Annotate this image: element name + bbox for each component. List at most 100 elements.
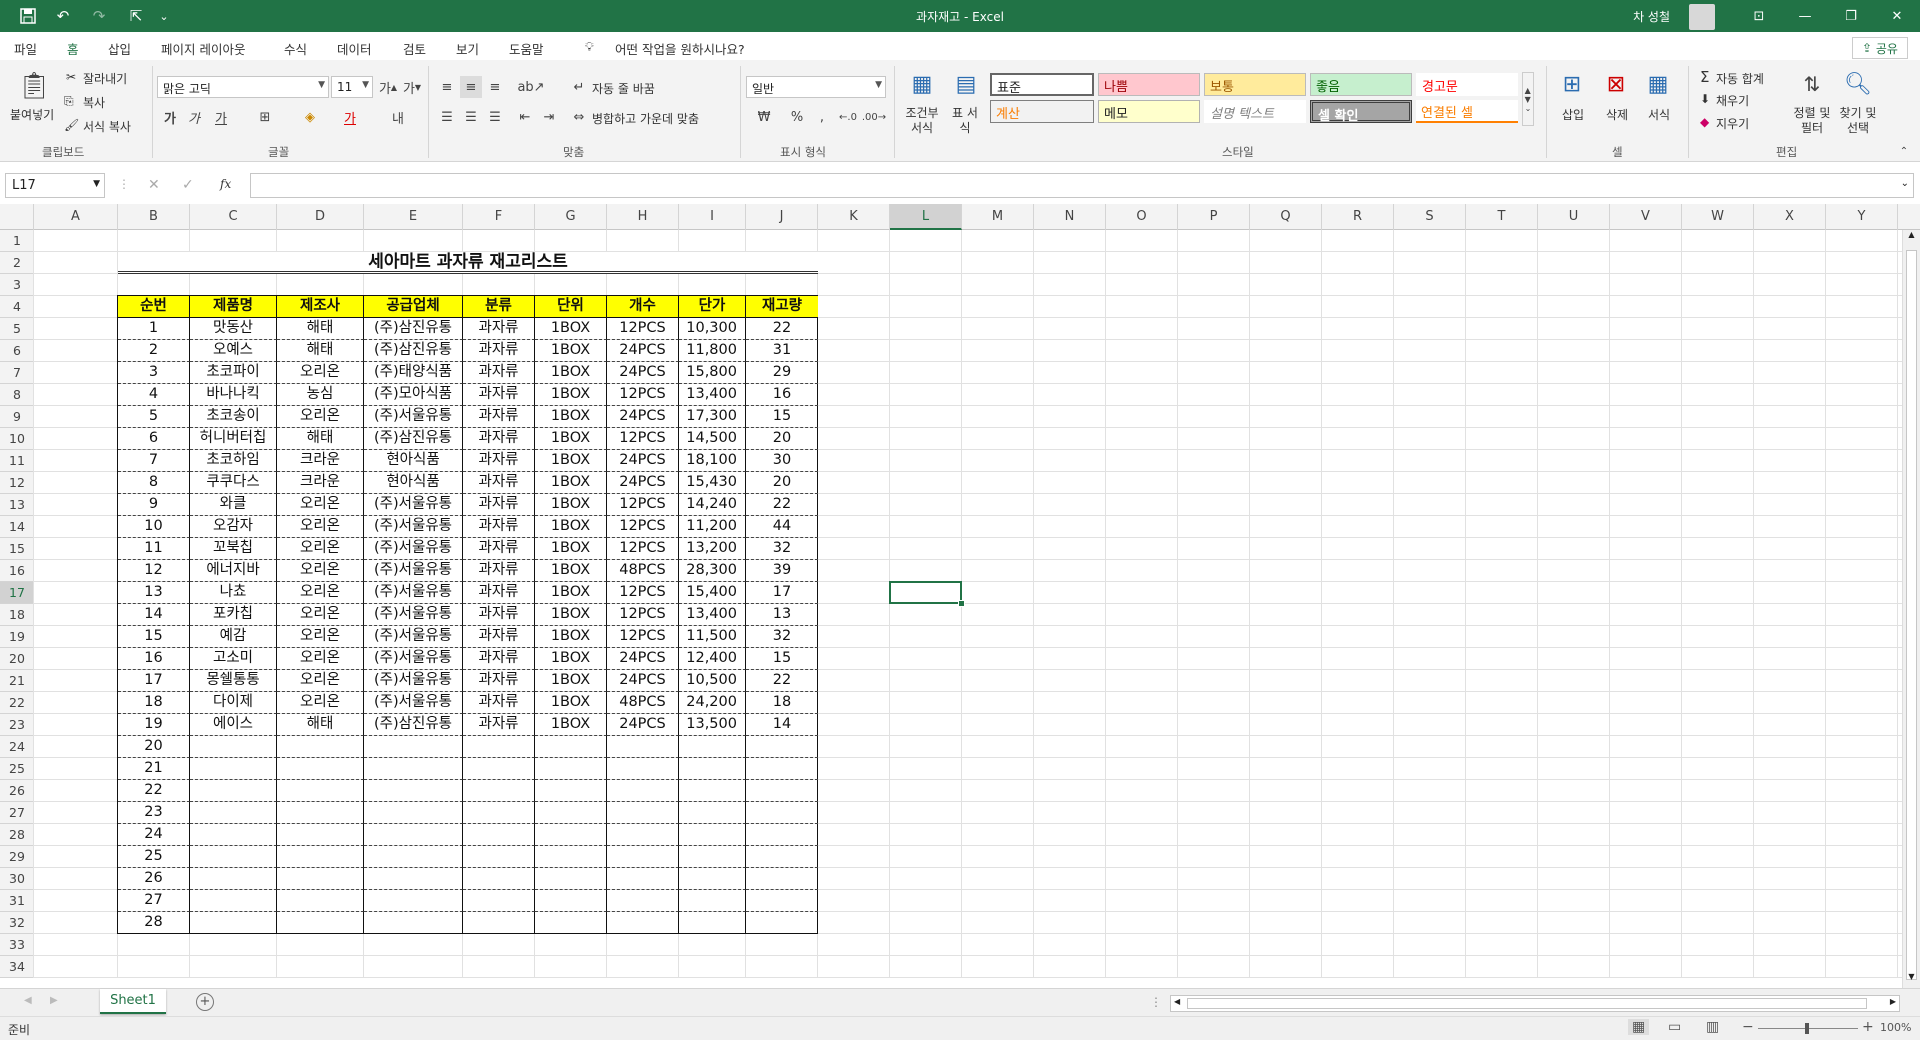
user-name[interactable]: 차 성철 [1633,8,1670,25]
table-cell[interactable]: 1BOX [535,406,607,428]
column-header[interactable]: X [1754,204,1826,230]
style-bad[interactable]: 나쁨 [1098,73,1200,96]
fill-color-icon[interactable]: ◈ [296,106,324,128]
table-cell[interactable]: 과자류 [463,604,535,626]
table-cell[interactable]: 1BOX [535,340,607,362]
row-number-cell[interactable]: 15 [118,626,190,648]
scroll-up-icon[interactable]: ▲ [1903,230,1920,246]
table-cell[interactable]: 13,200 [679,538,746,560]
align-top-icon[interactable]: ≡ [436,76,458,98]
table-cell[interactable]: 1BOX [535,714,607,736]
table-cell[interactable] [535,758,607,780]
row-number-cell[interactable]: 23 [118,802,190,824]
table-header-cell[interactable]: 공급업체 [364,296,463,318]
row-header[interactable]: 19 [0,626,34,648]
format-as-table-button[interactable]: 표 서식 [950,106,980,136]
row-header[interactable]: 6 [0,340,34,362]
tab-review[interactable]: 검토 [403,39,426,58]
scroll-thumb[interactable] [1187,998,1867,1009]
table-cell[interactable]: 24PCS [607,362,679,384]
table-cell[interactable] [190,868,277,890]
row-number-cell[interactable]: 6 [118,428,190,450]
table-cell[interactable]: 13 [746,604,818,626]
phonetic-icon[interactable]: 내 [384,106,412,128]
table-cell[interactable]: 초코파이 [190,362,277,384]
format-as-table-icon[interactable]: ▤ [948,66,984,102]
row-header[interactable]: 23 [0,714,34,736]
table-cell[interactable]: (주)서울유통 [364,538,463,560]
table-cell[interactable]: 허니버터칩 [190,428,277,450]
table-cell[interactable] [277,846,364,868]
table-cell[interactable] [679,824,746,846]
table-cell[interactable]: 1BOX [535,626,607,648]
row-header[interactable]: 29 [0,846,34,868]
table-cell[interactable] [535,802,607,824]
number-format-select[interactable]: 일반 ▼ [746,76,886,98]
zoom-out-icon[interactable]: − [1742,1019,1754,1035]
row-header[interactable]: 33 [0,934,34,956]
row-header[interactable]: 8 [0,384,34,406]
delete-cells-icon[interactable]: ⊠ [1600,66,1632,102]
table-cell[interactable]: 에너지바 [190,560,277,582]
table-cell[interactable] [607,868,679,890]
spreadsheet-grid[interactable]: ABCDEFGHIJKLMNOPQRSTUVWXY 1 2 3 4 5 6 7 8 9 10 11 1… [0,204,1920,988]
table-cell[interactable]: 1BOX [535,494,607,516]
table-cell[interactable]: 과자류 [463,494,535,516]
sheet-tab-sheet1[interactable]: Sheet1 [100,989,166,1014]
table-cell[interactable]: 24PCS [607,670,679,692]
cut-icon[interactable]: ✂ [66,70,76,84]
row-number-cell[interactable]: 10 [118,516,190,538]
table-cell[interactable] [679,890,746,912]
row-header[interactable]: 28 [0,824,34,846]
table-cell[interactable]: (주)모아식품 [364,384,463,406]
table-header-cell[interactable]: 단위 [535,296,607,318]
next-sheet-icon[interactable]: ▶ [50,995,58,1006]
table-cell[interactable]: 과자류 [463,362,535,384]
table-cell[interactable] [364,780,463,802]
table-cell[interactable]: 고소미 [190,648,277,670]
italic-icon[interactable]: 가 [184,106,204,128]
table-cell[interactable] [679,780,746,802]
style-linked-cell[interactable]: 연결된 셀 [1416,100,1518,123]
table-cell[interactable]: (주)서울유통 [364,560,463,582]
table-cell[interactable]: 1BOX [535,472,607,494]
row-header[interactable]: 27 [0,802,34,824]
table-cell[interactable]: 44 [746,516,818,538]
decrease-indent-icon[interactable]: ⇤ [514,106,536,128]
table-cell[interactable]: 오리온 [277,538,364,560]
table-cell[interactable]: 10,500 [679,670,746,692]
table-cell[interactable] [364,824,463,846]
sheet-title[interactable]: 세아마트 과자류 재고리스트 [118,252,818,274]
style-normal[interactable]: 표준 [990,73,1094,96]
minimize-button[interactable]: — [1782,0,1828,32]
table-cell[interactable]: 1BOX [535,670,607,692]
table-cell[interactable] [607,824,679,846]
table-cell[interactable]: 와클 [190,494,277,516]
insert-cells-button[interactable]: 삽입 [1562,106,1584,123]
row-number-cell[interactable]: 28 [118,912,190,934]
table-cell[interactable] [535,846,607,868]
bold-icon[interactable]: 가 [160,106,180,128]
table-cell[interactable]: 22 [746,318,818,340]
align-left-icon[interactable]: ☰ [436,106,458,128]
table-cell[interactable]: (주)삼진유통 [364,340,463,362]
conditional-format-icon[interactable]: ▦ [904,66,940,102]
table-cell[interactable]: 48PCS [607,692,679,714]
table-cell[interactable] [607,758,679,780]
table-cell[interactable]: 쿠쿠다스 [190,472,277,494]
row-header[interactable]: 14 [0,516,34,538]
table-cell[interactable] [607,802,679,824]
row-number-cell[interactable]: 2 [118,340,190,362]
table-cell[interactable]: 14,240 [679,494,746,516]
insert-cells-icon[interactable]: ⊞ [1556,66,1588,102]
table-cell[interactable]: 12PCS [607,428,679,450]
table-cell[interactable]: 과자류 [463,428,535,450]
table-cell[interactable] [190,890,277,912]
table-cell[interactable]: (주)삼진유통 [364,428,463,450]
row-header[interactable]: 20 [0,648,34,670]
table-cell[interactable]: 해태 [277,340,364,362]
row-header[interactable]: 31 [0,890,34,912]
table-cell[interactable]: 과자류 [463,516,535,538]
column-header[interactable]: Y [1826,204,1898,230]
table-cell[interactable]: 11,500 [679,626,746,648]
